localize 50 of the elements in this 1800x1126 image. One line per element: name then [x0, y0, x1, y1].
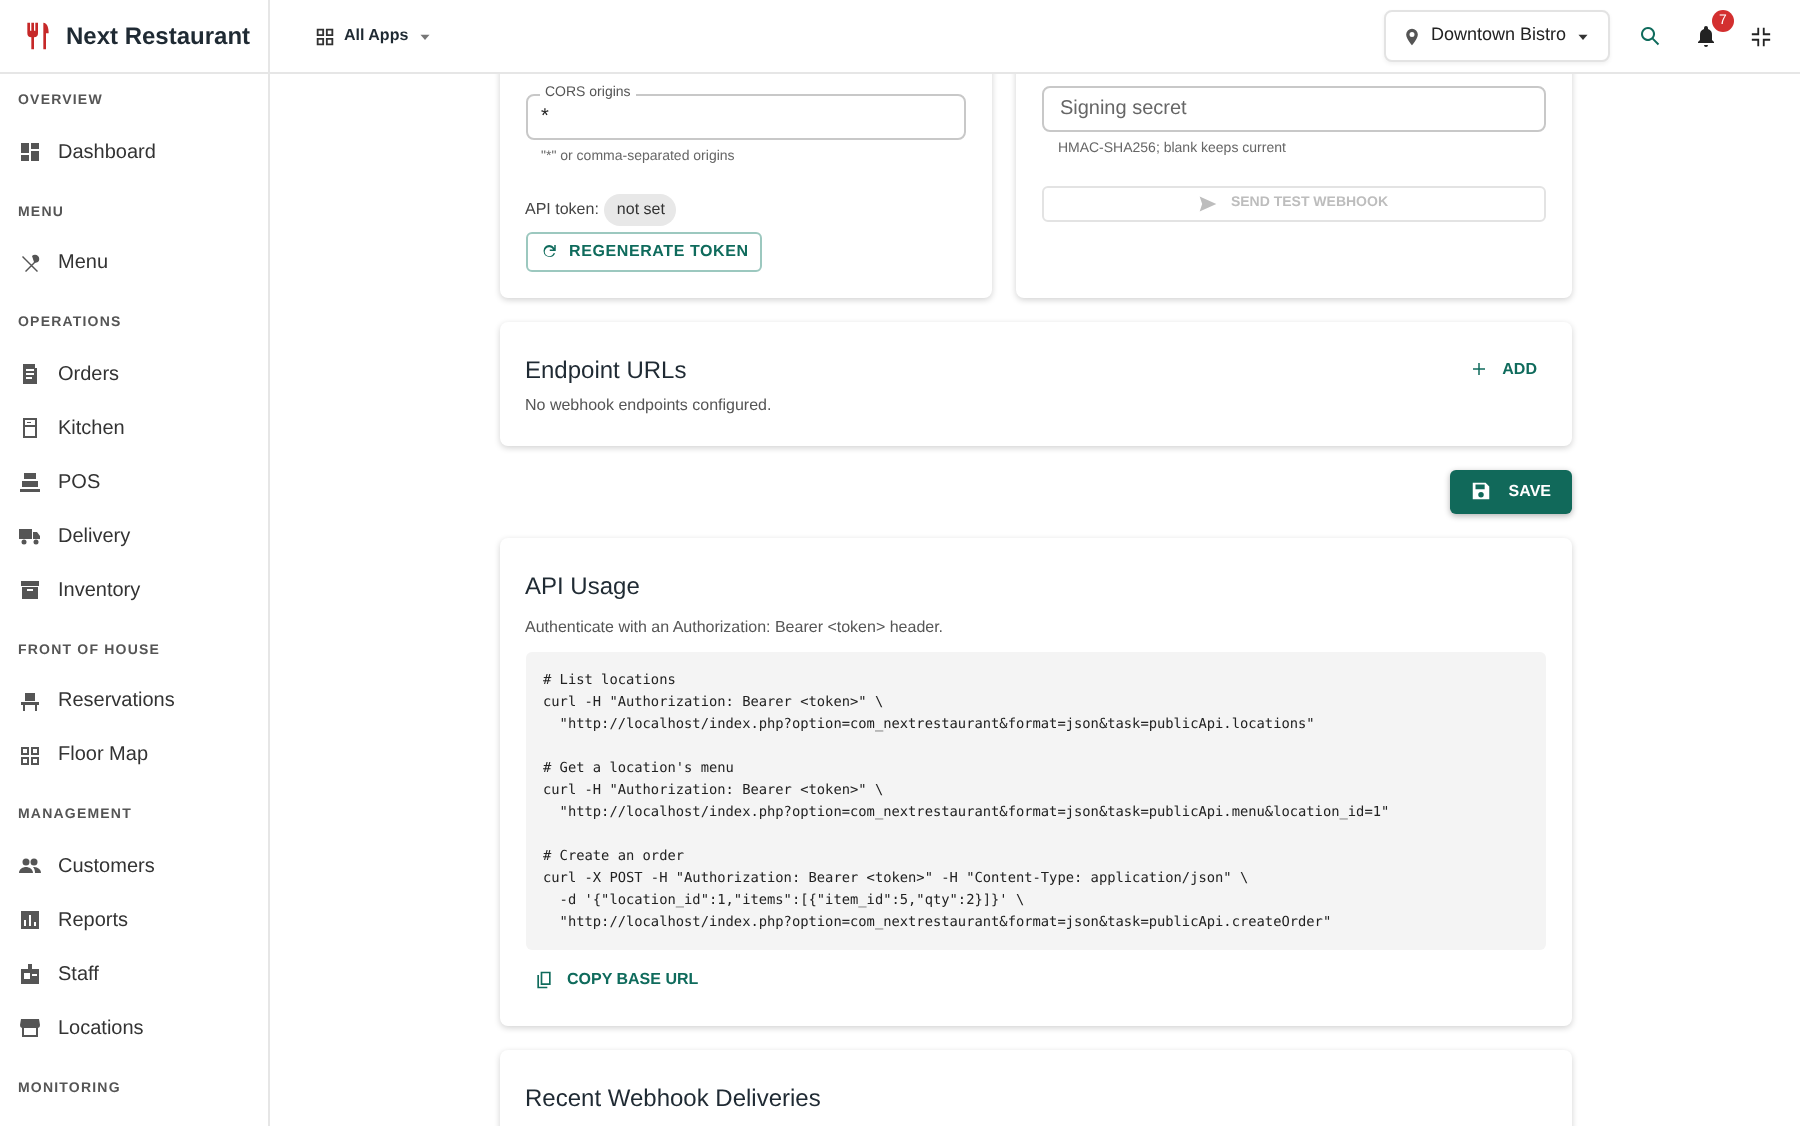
app-title: Next Restaurant [66, 20, 251, 54]
refresh-icon [539, 242, 557, 260]
people-icon [18, 854, 42, 878]
sidebar-item[interactable]: Kitchen [0, 401, 268, 455]
sidebar-item[interactable]: POS [0, 455, 268, 509]
cash-register-icon [18, 470, 42, 494]
dashboard-icon [18, 140, 42, 164]
copy-icon [533, 969, 553, 989]
location-selector[interactable]: Downtown Bistro [1384, 10, 1610, 62]
storefront-icon [18, 1016, 42, 1040]
sidebar-item[interactable]: Staff [0, 947, 268, 1001]
card-title: API Usage [525, 569, 642, 603]
sidebar-item[interactable]: Inventory [0, 563, 268, 617]
add-button[interactable]: ADD [1462, 351, 1545, 387]
card-title: Recent Webhook Deliveries [525, 1081, 823, 1115]
copy-base-url-button[interactable]: COPY BASE URL [525, 961, 707, 997]
cabinet-icon [18, 416, 42, 440]
sidebar-item[interactable]: Menu [0, 236, 268, 290]
sidebar-item[interactable]: Reservations [0, 674, 268, 728]
map-pin-icon [1402, 25, 1423, 47]
bell-icon [1694, 24, 1718, 48]
card-title: Endpoint URLs [525, 353, 687, 387]
signing-secret-field[interactable]: Signing secret [1041, 86, 1546, 132]
regenerate-token-button[interactable]: REGENERATE TOKEN [525, 231, 763, 271]
fork-knife-icon [22, 18, 54, 55]
bar-chart-icon [18, 908, 42, 932]
sidebar-item[interactable]: Orders [0, 347, 268, 401]
grid-icon [18, 743, 42, 767]
sidebar-item[interactable]: Dashboard [0, 125, 268, 179]
id-badge-icon [18, 962, 42, 986]
save-button[interactable]: SAVE [1450, 469, 1571, 513]
sidebar-item[interactable]: Locations [0, 1001, 268, 1055]
card-subtitle: Authenticate with an Authorization: Bearer <token> header. [525, 615, 946, 639]
plus-icon [1470, 360, 1489, 378]
collapse-icon [1750, 25, 1772, 47]
token-label: API token: [525, 197, 599, 221]
all-apps-menu[interactable]: All Apps [310, 20, 439, 52]
truck-icon [18, 524, 42, 548]
empty-state-text: No webhook endpoints configured. [525, 393, 774, 417]
grid-icon [314, 25, 336, 47]
sidebar-item[interactable]: Delivery [0, 509, 268, 563]
archive-box-icon [18, 578, 42, 602]
send-icon [1198, 193, 1219, 214]
token-status-chip: not set [604, 193, 677, 225]
sidebar-item[interactable]: Floor Map [0, 728, 268, 782]
sidebar-item[interactable]: Reports [0, 893, 268, 947]
search-icon [1638, 24, 1662, 48]
sidebar-item[interactable]: Customers [0, 839, 268, 893]
utensils-icon [18, 251, 42, 275]
receipt-icon [18, 362, 42, 386]
